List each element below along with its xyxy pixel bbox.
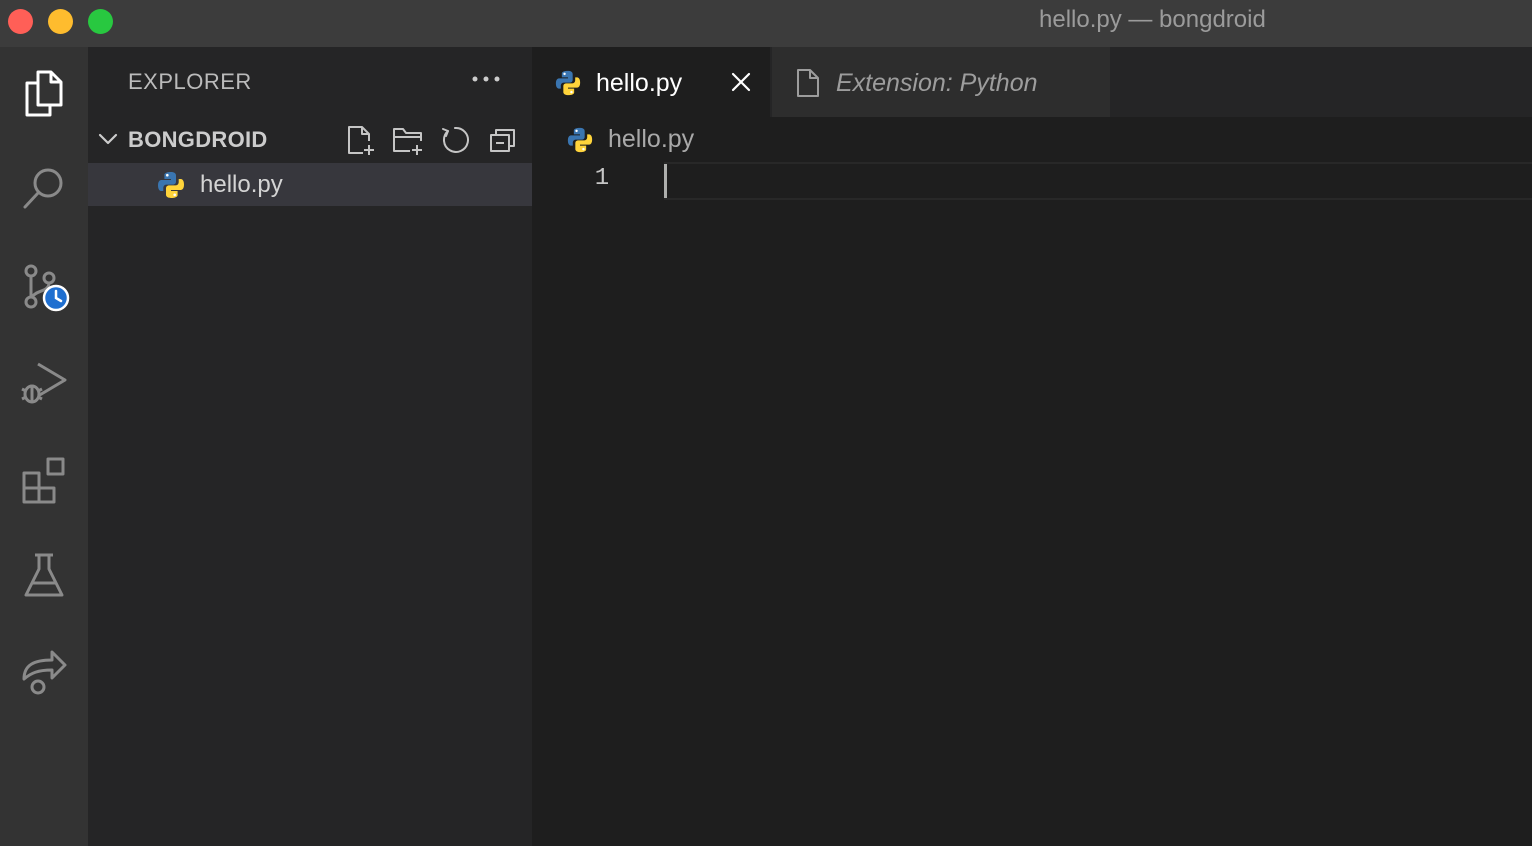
tab-extension-python[interactable]: Extension: Python	[772, 47, 1110, 117]
python-icon	[567, 127, 593, 153]
tab-hello-py[interactable]: hello.py	[532, 47, 770, 117]
explorer-sidebar: EXPLORER BONGDROID hello.py	[88, 47, 532, 846]
editor-area: hello.py Extension: Python hello.py 1	[532, 47, 1532, 846]
explorer-file-item[interactable]: hello.py	[88, 163, 532, 206]
files-icon	[25, 70, 63, 117]
views-more-actions-button[interactable]	[468, 61, 504, 97]
tab-label: hello.py	[596, 69, 683, 97]
window-close-button[interactable]	[8, 9, 33, 34]
activity-testing-button[interactable]	[0, 539, 88, 611]
search-icon	[23, 168, 63, 209]
source-control-icon	[24, 264, 70, 312]
close-icon[interactable]	[728, 69, 754, 95]
window-zoom-button[interactable]	[88, 9, 113, 34]
refresh-explorer-button[interactable]	[438, 123, 472, 157]
workspace-folder-header[interactable]: BONGDROID	[88, 119, 532, 161]
title-bar: hello.py — bongdroid	[0, 0, 1532, 47]
line-number: 1	[594, 165, 610, 192]
collapse-folders-button[interactable]	[486, 123, 520, 157]
breadcrumb-file[interactable]: hello.py	[608, 125, 694, 154]
remote-share-icon	[22, 650, 67, 695]
extensions-icon	[22, 457, 65, 504]
python-icon	[158, 172, 184, 198]
activity-explorer-button[interactable]	[0, 57, 88, 129]
run-debug-icon	[21, 362, 67, 404]
new-folder-icon	[393, 128, 422, 155]
new-file-button[interactable]	[344, 123, 378, 157]
refresh-icon	[442, 126, 469, 153]
window-minimize-button[interactable]	[48, 9, 73, 34]
tab-label: Extension: Python	[836, 69, 1038, 97]
chevron-down-icon	[98, 133, 118, 145]
editor-tab-bar: hello.py Extension: Python	[532, 47, 1532, 117]
python-icon	[555, 70, 581, 96]
activity-source-control-button[interactable]	[0, 250, 88, 322]
breadcrumb: hello.py	[532, 117, 1532, 161]
current-line-highlight	[664, 162, 1532, 200]
collapse-all-icon	[490, 129, 515, 152]
ellipsis-icon	[472, 76, 500, 82]
activity-search-button[interactable]	[0, 153, 88, 225]
activity-bar	[0, 47, 88, 846]
activity-extensions-button[interactable]	[0, 443, 88, 515]
new-folder-button[interactable]	[391, 123, 425, 157]
testing-icon	[24, 553, 64, 597]
text-cursor[interactable]	[664, 164, 667, 198]
window-title: hello.py — bongdroid	[1039, 6, 1266, 33]
file-icon	[797, 69, 819, 97]
file-name: hello.py	[200, 171, 283, 198]
activity-remote-button[interactable]	[0, 635, 88, 707]
new-file-icon	[348, 126, 374, 155]
activity-run-debug-button[interactable]	[0, 346, 88, 418]
workspace-folder-name: BONGDROID	[128, 127, 268, 152]
explorer-title: EXPLORER	[128, 69, 252, 94]
